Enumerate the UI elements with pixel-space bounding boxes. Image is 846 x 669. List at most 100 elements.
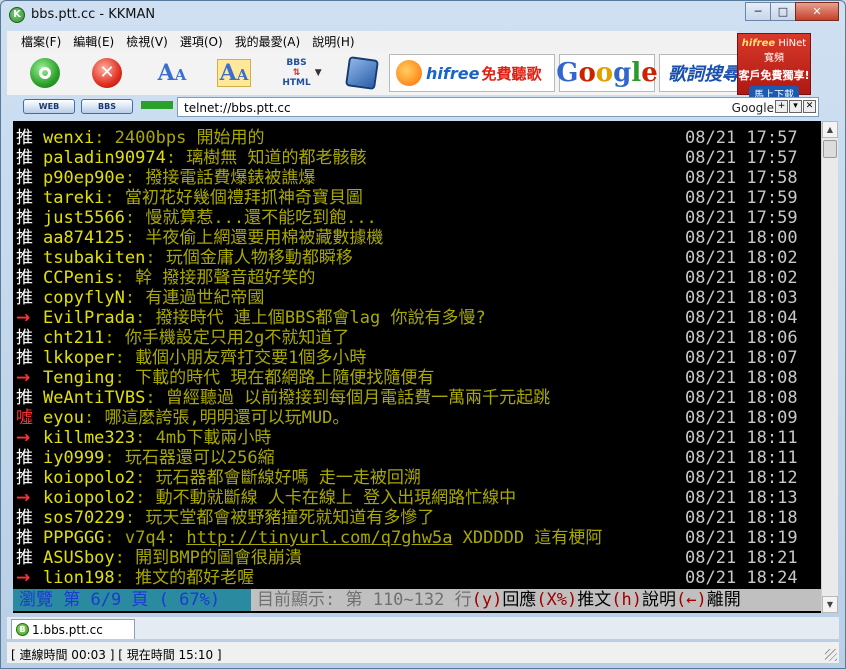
minimize-button[interactable]: ─	[745, 2, 771, 21]
post-datetime: 08/21 18:21	[685, 548, 798, 568]
font-size-button[interactable]: AA	[152, 55, 192, 91]
address-input[interactable]: telnet://bbs.ptt.cc	[184, 101, 291, 115]
arrow-tag: →	[16, 568, 31, 588]
reply-key: (y)	[471, 590, 503, 610]
post-user: lion198: 推文的都好老喔	[43, 568, 254, 588]
lyric-search-button[interactable]: 歌詞搜尋	[659, 54, 743, 92]
bbs-html-toggle-button[interactable]: BBS ⇅ HTML ▼	[277, 55, 327, 91]
post-line: 推 PPPGGG: v7q4: http://tinyurl.com/q7ghw5…	[13, 528, 821, 548]
font-style-icon: AA	[216, 59, 252, 87]
search-engine-label[interactable]: Google	[732, 101, 774, 115]
menu-options[interactable]: 選項(O)	[180, 33, 223, 50]
arrow-tag: →	[16, 428, 31, 448]
resize-grip-icon[interactable]	[825, 649, 837, 661]
dropdown-icon[interactable]: ▾	[789, 100, 802, 113]
post-message: 你手機設定只用2g不就知道了	[124, 328, 350, 348]
scroll-thumb[interactable]	[823, 140, 837, 158]
tab-bbs-ptt[interactable]: B 1.bbs.ptt.cc	[11, 619, 135, 639]
menu-favorites[interactable]: 我的最愛(A)	[235, 33, 301, 50]
connect-button[interactable]	[27, 55, 63, 91]
address-row: WEB BBS telnet://bbs.ptt.cc Google + ▾ ✕	[7, 96, 819, 118]
post-datetime: 08/21 18:24	[685, 568, 798, 588]
post-message: 推文的都好老喔	[135, 568, 255, 588]
menu-view[interactable]: 檢視(V)	[126, 33, 168, 50]
close-icon[interactable]: ✕	[803, 100, 816, 113]
bbs-terminal[interactable]: 推 wenxi: 2400bps 開始用的 08/21 17:57 推 paladin9…	[13, 121, 821, 613]
post-line: 推 copyflyN: 有連過世紀帝國 08/21 18:03	[13, 288, 821, 308]
post-line: 推 tareki: 當初花好幾個禮拜抓神奇寶貝圖 08/21 17:59	[13, 188, 821, 208]
post-message: 慢就算惹...還不能吃到飽...	[145, 208, 377, 228]
window-title: bbs.ptt.cc - KKMAN	[31, 7, 156, 22]
post-message: 4mb下載兩小時	[155, 428, 272, 448]
user-id: koiopolo2	[43, 488, 136, 508]
arrow-tag: →	[16, 488, 31, 508]
menu-edit[interactable]: 編輯(E)	[73, 33, 114, 50]
post-datetime: 08/21 17:59	[685, 188, 798, 208]
post-line: 推 paladin90974: 璃樹無 知道的都老骸骸 08/21 17:57	[13, 148, 821, 168]
push-tag: 推	[16, 468, 33, 488]
hinet-banner-ad[interactable]: hifree HiNet寬頻 客戶免費獨享! 馬上下載	[737, 33, 811, 101]
separator: :	[114, 268, 136, 288]
separator: :	[83, 408, 105, 428]
hifree-ad-button[interactable]: hifree 免費聽歌	[389, 54, 555, 92]
separator: :	[124, 508, 146, 528]
user-id: Tenging	[43, 368, 115, 388]
user-id: lion198	[43, 568, 115, 588]
new-tab-icon[interactable]: +	[775, 100, 788, 113]
chevron-down-icon: ▼	[314, 68, 322, 78]
post-line: 推 iy0999: 玩石器還可以256縮 08/21 18:11	[13, 448, 821, 468]
separator: :	[104, 328, 125, 348]
post-line: 推 cht211: 你手機設定只用2g不就知道了 08/21 18:06	[13, 328, 821, 348]
font-style-button[interactable]: AA	[214, 55, 254, 91]
post-link[interactable]: http://tinyurl.com/q7ghw5a	[186, 528, 452, 548]
web-mode-button[interactable]: WEB	[23, 99, 75, 114]
help-key: (h)	[611, 590, 642, 610]
push-tag: 推	[16, 448, 33, 468]
user-id: just5566	[43, 208, 125, 228]
stop-icon: ✕	[92, 58, 122, 88]
post-line: 推 p90ep90e: 撥接電話費爆錶被譙爆 08/21 17:58	[13, 168, 821, 188]
disconnect-button[interactable]: ✕	[89, 55, 125, 91]
post-line: 推 aa874125: 半夜偷上網還要用棉被藏數據機 08/21 18:00	[13, 228, 821, 248]
font-size-icon: AA	[157, 60, 187, 86]
post-user: just5566: 慢就算惹...還不能吃到飽...	[43, 208, 377, 228]
post-message: 哪這麼誇張,明明還可以玩MUD。	[104, 408, 350, 428]
scroll-down-icon[interactable]: ▼	[822, 596, 838, 613]
google-logo: Google	[556, 58, 658, 88]
vertical-scrollbar[interactable]: ▲ ▼	[821, 121, 838, 613]
user-id: cht211	[43, 328, 105, 348]
browse-status-line: 瀏覽 第 6/9 頁 ( 67%) 目前顯示: 第 110~132 行(y)回應…	[13, 589, 821, 611]
push-tag: 推	[16, 328, 33, 348]
post-line: 推 CCPenis: 幹 撥接那聲音超好笑的 08/21 18:02	[13, 268, 821, 288]
kkman-cube-button[interactable]	[342, 55, 382, 91]
exit-hint: 離開	[706, 590, 741, 610]
line-range: 目前顯示: 第 110~132 行	[257, 590, 472, 610]
post-line: → koiopolo2: 動不動就斷線 人卡在線上 登入出現網路忙線中 08/21 …	[13, 488, 821, 508]
separator: :	[124, 228, 146, 248]
separator: :	[135, 428, 156, 448]
post-datetime: 08/21 18:13	[685, 488, 798, 508]
user-id: CCPenis	[43, 268, 115, 288]
post-user: tsubakiten: 玩個金庸人物移動都瞬移	[43, 248, 353, 268]
scroll-up-icon[interactable]: ▲	[822, 121, 838, 138]
menu-help[interactable]: 說明(H)	[312, 33, 354, 50]
bbs-mode-button[interactable]: BBS	[81, 99, 133, 114]
html-label: HTML	[282, 78, 311, 88]
push-key: (X%)	[536, 590, 578, 610]
close-button[interactable]: ✕	[795, 2, 839, 21]
post-message: 開到BMP的圖會很崩潰	[135, 548, 302, 568]
post-datetime: 08/21 18:02	[685, 248, 798, 268]
user-id: tareki	[43, 188, 105, 208]
post-line: 推 wenxi: 2400bps 開始用的 08/21 17:57	[13, 128, 821, 148]
connection-indicator	[141, 101, 173, 109]
menu-file[interactable]: 檔案(F)	[21, 33, 61, 50]
maximize-button[interactable]: □	[770, 2, 796, 21]
user-id: eyou	[43, 408, 84, 428]
post-user: EvilPrada: 撥接時代 連上個BBS都會lag 你說有多慢?	[43, 308, 486, 328]
google-ad-button[interactable]: Google	[556, 54, 658, 92]
separator: :	[145, 248, 166, 268]
post-datetime: 08/21 18:04	[685, 308, 798, 328]
address-bar[interactable]: telnet://bbs.ptt.cc Google + ▾ ✕	[177, 97, 819, 117]
window-controls: ─ □ ✕	[745, 2, 839, 21]
post-user: PPPGGG: v7q4: http://tinyurl.com/q7ghw5a…	[43, 528, 602, 548]
